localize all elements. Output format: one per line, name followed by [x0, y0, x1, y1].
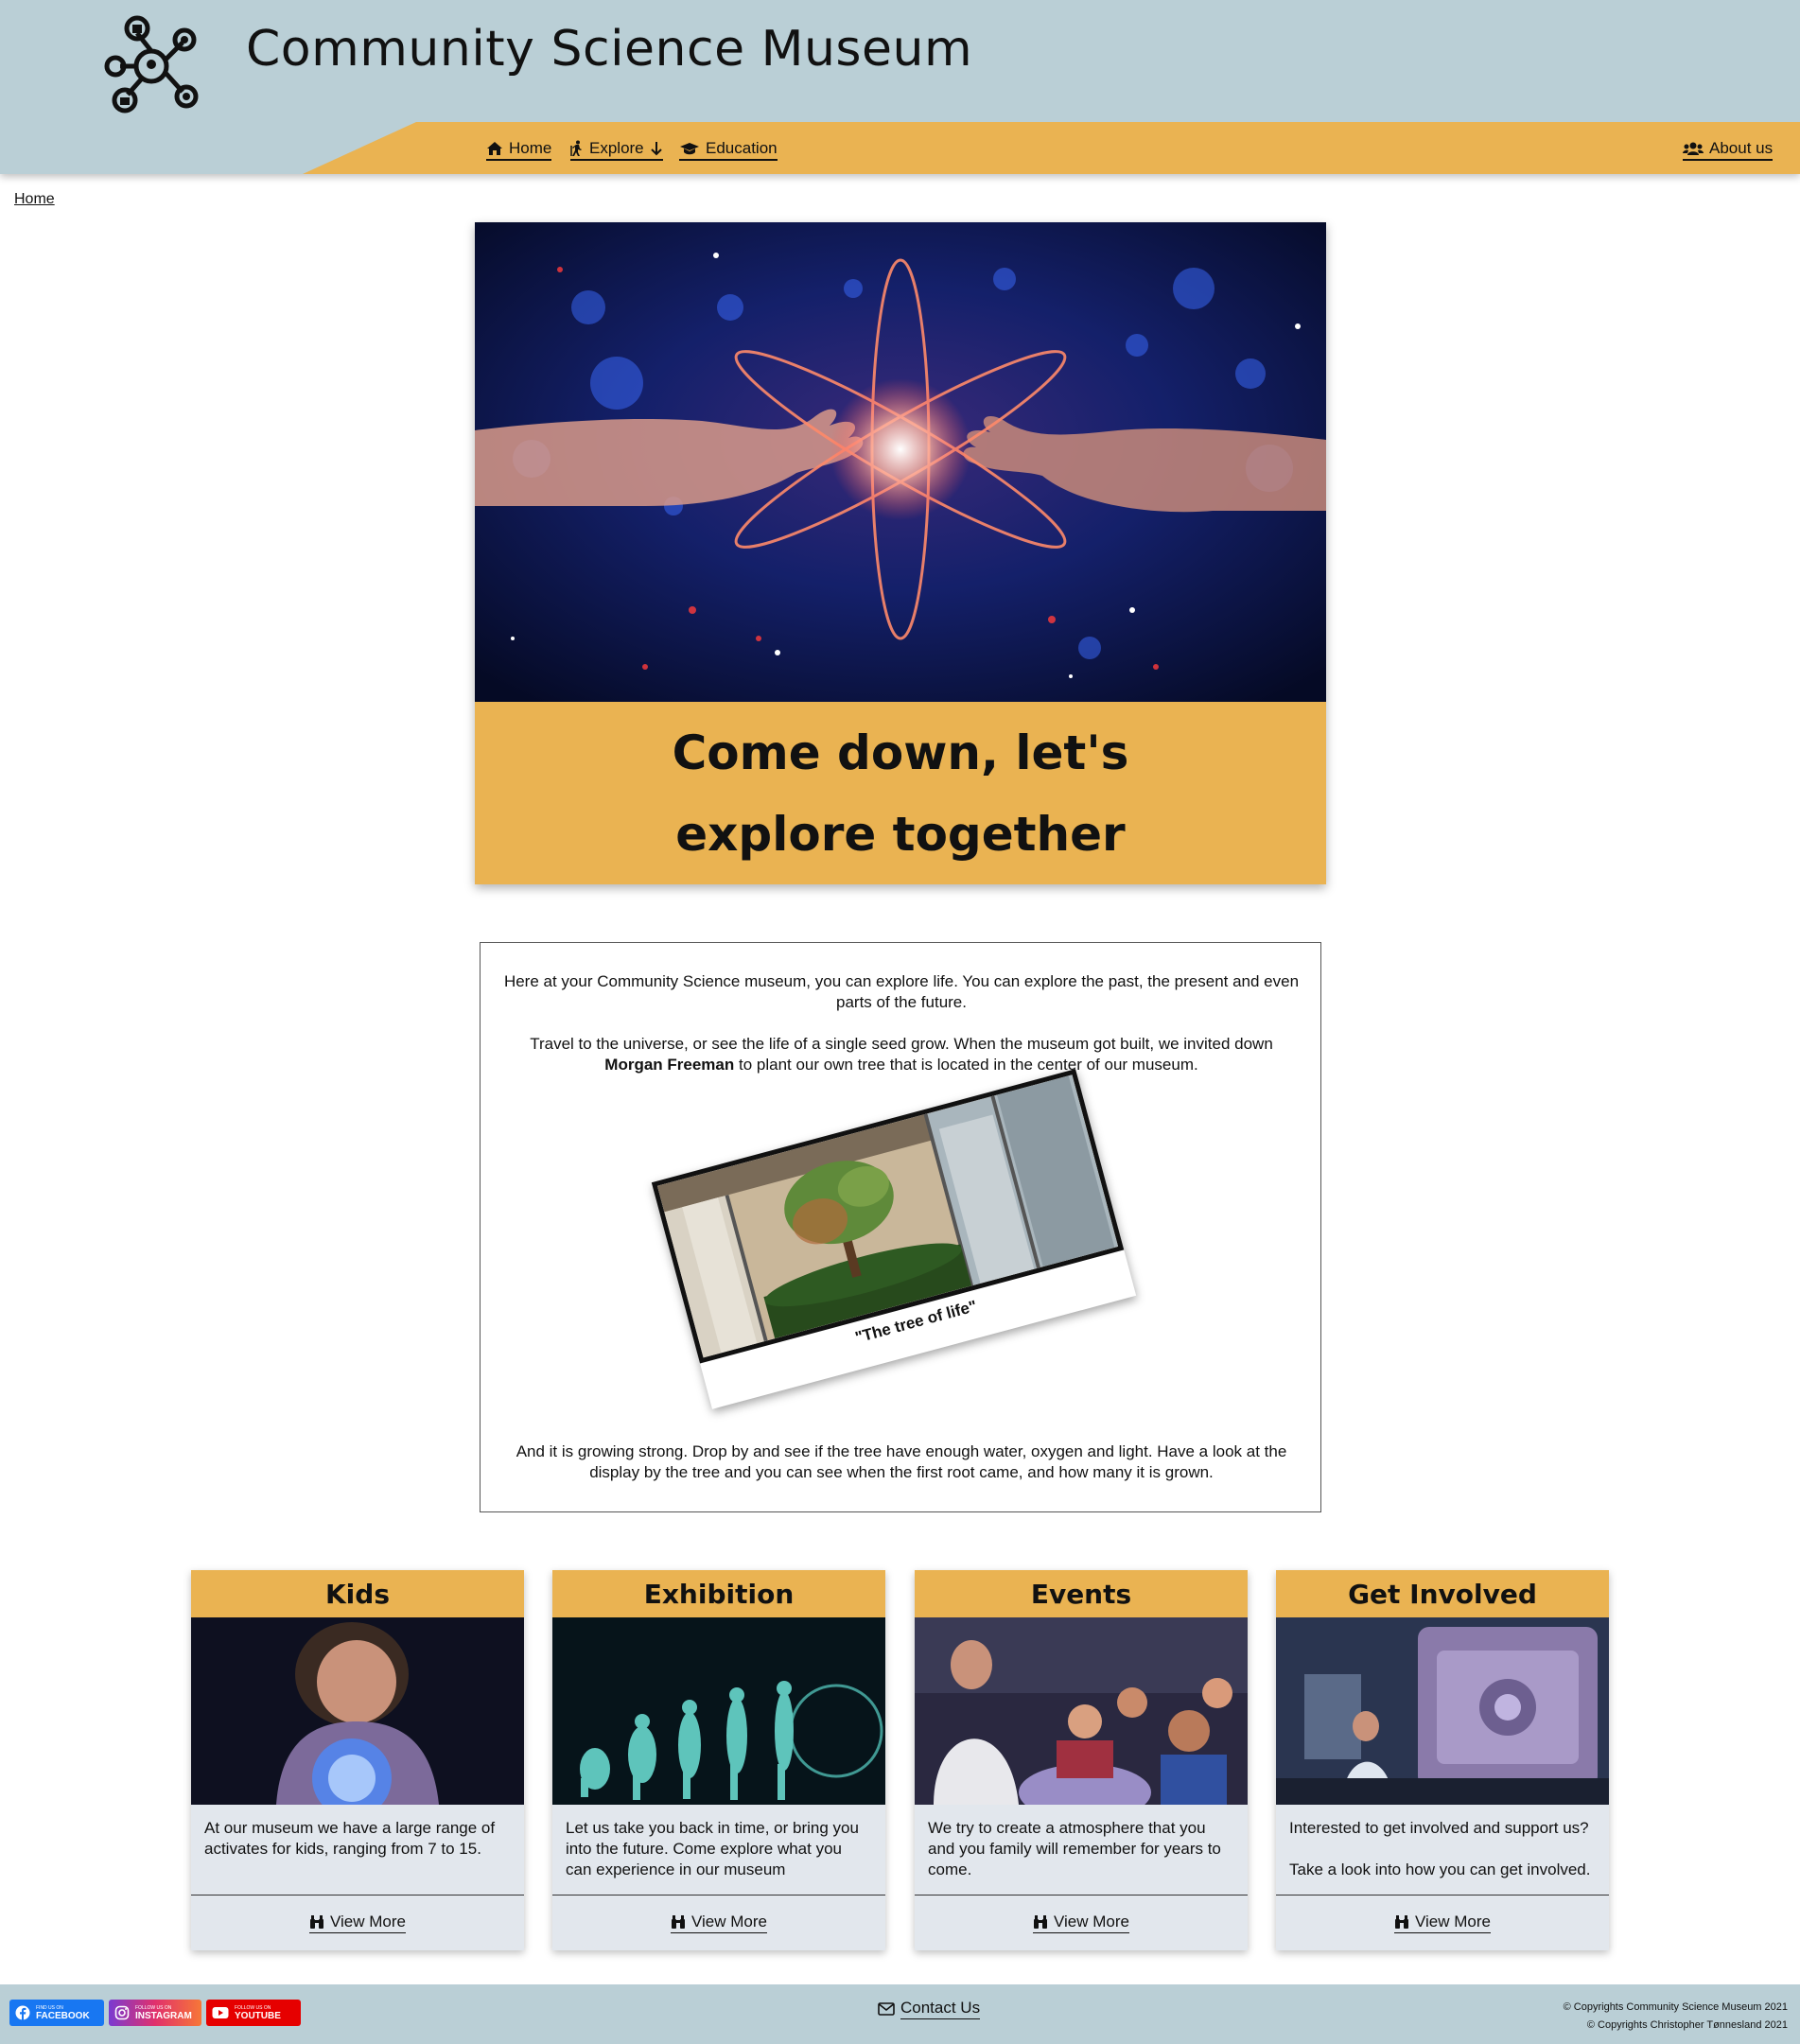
view-more-kids-link[interactable]: View More [309, 1913, 406, 1933]
intro-paragraph-3: And it is growing strong. Drop by and se… [516, 1442, 1287, 1481]
intro-paragraph-2: Travel to the universe, or see the life … [499, 1034, 1303, 1075]
copyright: © Copyrights Community Science Museum 20… [1561, 1999, 1788, 2035]
breadcrumb-home[interactable]: Home [14, 191, 55, 208]
hiking-icon [570, 140, 582, 156]
view-more-label: View More [1054, 1913, 1129, 1930]
hero-heading: Come down, let's explore together [672, 725, 1129, 862]
main-nav [0, 122, 1800, 174]
binoculars-icon [672, 1915, 685, 1929]
site-title: Community Science Museum [246, 21, 973, 78]
copyright-museum: © Copyrights Community Science Museum 20… [1563, 2001, 1788, 2013]
card-text: At our museum we have a large range of a… [204, 1819, 496, 1858]
nav-home-label: Home [509, 138, 552, 157]
nav-education[interactable]: Education [679, 138, 778, 161]
users-icon [1683, 142, 1704, 155]
nav-explore[interactable]: Explore [570, 138, 663, 161]
card-divider [1276, 1895, 1609, 1896]
exhibition-image [552, 1617, 885, 1805]
envelope-icon [878, 2002, 895, 2016]
kids-image [191, 1617, 524, 1805]
intro-p2-before: Travel to the universe, or see the life … [530, 1035, 1273, 1053]
card-text: Let us take you back in time, or bring y… [566, 1819, 859, 1878]
card-exhibition: Exhibition Let us take you back in time,… [552, 1570, 885, 1950]
view-more-label: View More [691, 1913, 767, 1930]
intro-paragraph-1: Here at your Community Science museum, y… [503, 972, 1300, 1011]
card-divider [915, 1895, 1248, 1896]
card-divider [191, 1895, 524, 1896]
card-title: Kids [191, 1570, 524, 1617]
youtube-icon [212, 2007, 229, 2018]
facebook-label: FACEBOOK [36, 2010, 90, 2021]
card-get-involved: Get Involved Interested to get involved … [1276, 1570, 1609, 1950]
arrow-down-icon [650, 141, 662, 155]
contact-us-link[interactable]: Contact Us [878, 1999, 981, 2019]
nav-about[interactable]: About us [1683, 138, 1774, 161]
view-more-label: View More [330, 1913, 406, 1930]
card-text: We try to create a atmosphere that you a… [928, 1819, 1221, 1878]
binoculars-icon [1395, 1915, 1408, 1929]
instagram-icon [114, 2005, 130, 2020]
binoculars-icon [1034, 1915, 1047, 1929]
intro-p2-after: to plant our own tree that is located in… [734, 1056, 1198, 1074]
nav-explore-label: Explore [589, 138, 644, 157]
graduation-cap-icon [680, 142, 699, 154]
facebook-icon [15, 2005, 30, 2020]
card-title: Events [915, 1570, 1248, 1617]
view-more-get-involved-link[interactable]: View More [1394, 1913, 1491, 1933]
intro-section: Here at your Community Science museum, y… [480, 942, 1321, 1512]
instagram-label: INSTAGRAM [135, 2010, 192, 2021]
facebook-button[interactable]: FIND US ON FACEBOOK [9, 2000, 104, 2026]
binoculars-icon [310, 1915, 323, 1929]
contact-us-label: Contact Us [900, 1999, 981, 2019]
card-kids: Kids At our museum we have a large range… [191, 1570, 524, 1950]
hero-caption-panel: Come down, let's explore together [475, 702, 1326, 884]
tree-polaroid: "The tree of life" [651, 1069, 1137, 1409]
nav-education-label: Education [706, 138, 778, 157]
youtube-label: YOUTUBE [235, 2010, 281, 2021]
morgan-freeman-name: Morgan Freeman [604, 1056, 735, 1074]
card-events: Events We try to create a atmosphere tha… [915, 1570, 1248, 1950]
card-text: Interested to get involved and support u… [1289, 1819, 1591, 1878]
card-title: Exhibition [552, 1570, 885, 1617]
instagram-button[interactable]: FOLLOW US ON INSTAGRAM [109, 2000, 201, 2026]
get-involved-image [1276, 1617, 1609, 1805]
copyright-author: © Copyrights Christopher Tønnesland 2021 [1586, 2019, 1788, 2031]
view-more-exhibition-link[interactable]: View More [671, 1913, 767, 1933]
events-image [915, 1617, 1248, 1805]
home-icon [487, 141, 502, 155]
nav-home[interactable]: Home [486, 138, 552, 161]
nav-about-label: About us [1709, 138, 1774, 157]
view-more-label: View More [1415, 1913, 1491, 1930]
youtube-button[interactable]: FOLLOW US ON YOUTUBE [206, 2000, 301, 2026]
card-title: Get Involved [1276, 1570, 1609, 1617]
view-more-events-link[interactable]: View More [1033, 1913, 1129, 1933]
hero-image [475, 222, 1326, 702]
molecule-network-logo-icon[interactable] [99, 14, 203, 118]
hero: Come down, let's explore together [475, 222, 1326, 884]
card-divider [552, 1895, 885, 1896]
